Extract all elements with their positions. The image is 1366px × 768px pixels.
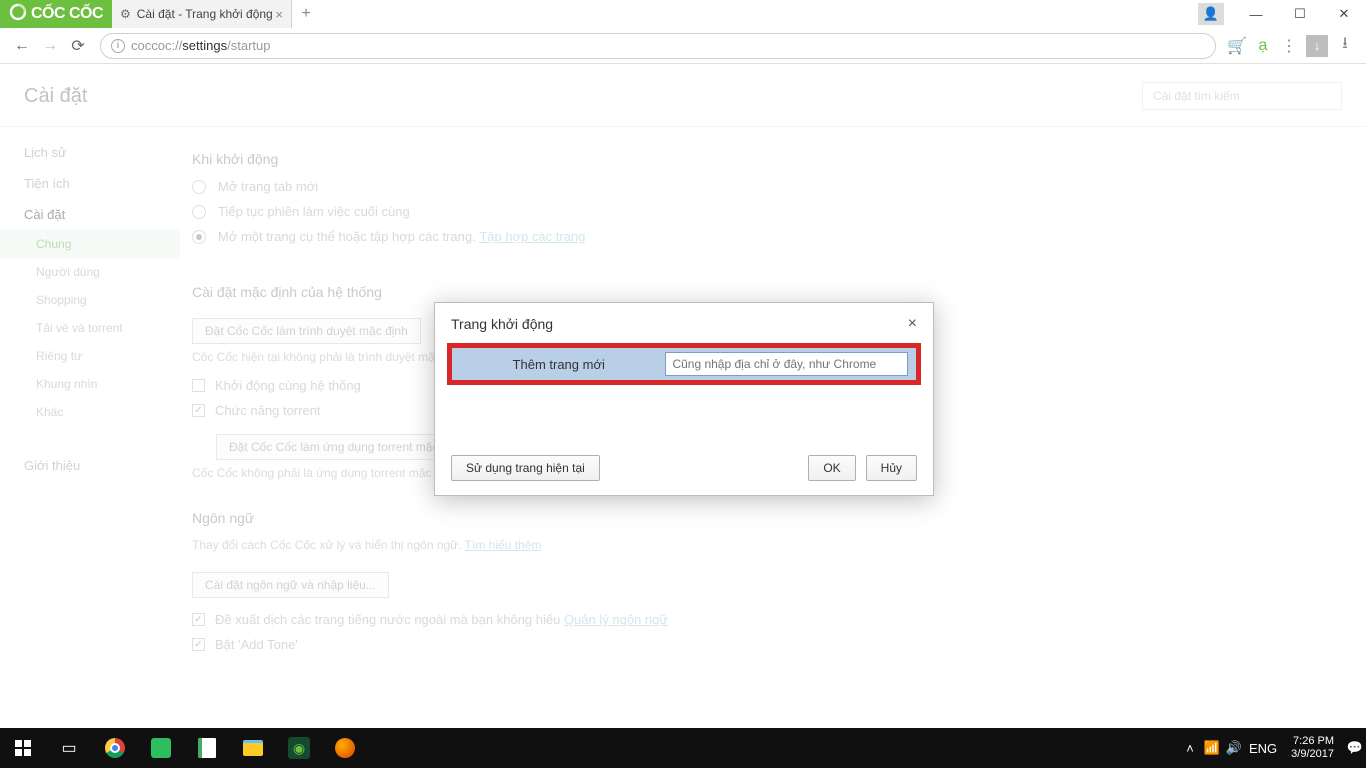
folder-icon xyxy=(243,740,263,756)
url-path: /startup xyxy=(227,38,270,53)
taskbar-coccoc[interactable]: ◉ xyxy=(276,728,322,768)
taskview-button[interactable]: ▭ xyxy=(46,728,92,768)
taskbar: ▭ ◉ ˄ 📶 🔊 ENG 7:26 PM 3/9/2017 💬 xyxy=(0,728,1366,768)
tray-network-icon[interactable]: 📶 xyxy=(1201,740,1223,756)
tray-chevron-icon[interactable]: ˄ xyxy=(1179,741,1201,756)
systray: ˄ 📶 🔊 ENG 7:26 PM 3/9/2017 💬 xyxy=(1179,735,1366,761)
person-icon: 👤 xyxy=(1203,6,1219,22)
spell-a-icon[interactable]: ạ xyxy=(1250,33,1276,59)
tray-language[interactable]: ENG xyxy=(1245,741,1281,756)
tab-title: Cài đặt - Trang khởi động xyxy=(137,7,273,21)
startup-pages-dialog: Trang khởi động × Thêm trang mới Sử dụng… xyxy=(434,302,934,496)
evernote-icon xyxy=(151,738,171,758)
titlebar-right: 👤 ― ☐ ✕ xyxy=(1198,0,1366,28)
ok-button[interactable]: OK xyxy=(808,455,855,481)
titlebar: CỐC CỐC ⚙ Cài đặt - Trang khởi động × + … xyxy=(0,0,1366,28)
tab-settings[interactable]: ⚙ Cài đặt - Trang khởi động × xyxy=(112,0,292,28)
dialog-title: Trang khởi động xyxy=(451,316,553,332)
logo-swirl-icon xyxy=(9,3,27,26)
firefox-icon xyxy=(335,738,355,758)
url-scheme: coccoc:// xyxy=(131,38,182,53)
window-close-button[interactable]: ✕ xyxy=(1322,0,1366,28)
dialog-header: Trang khởi động × xyxy=(435,303,933,343)
menu-icon[interactable]: ⋮ xyxy=(1276,33,1302,59)
tray-date: 3/9/2017 xyxy=(1291,748,1334,761)
download-box-icon[interactable]: ↓ xyxy=(1306,35,1328,57)
dialog-close-button[interactable]: × xyxy=(908,315,917,333)
site-info-icon[interactable]: i xyxy=(111,39,125,53)
coccoc-icon: ◉ xyxy=(288,737,310,759)
gear-icon: ⚙ xyxy=(120,7,131,21)
download-arrow-icon[interactable]: ⭳ xyxy=(1332,33,1358,59)
tray-action-center-icon[interactable]: 💬 xyxy=(1344,740,1366,756)
use-current-pages-button[interactable]: Sử dụng trang hiện tại xyxy=(451,455,600,481)
add-page-row: Thêm trang mới xyxy=(447,343,921,385)
url-host: settings xyxy=(182,38,227,53)
tray-time: 7:26 PM xyxy=(1291,735,1334,748)
toolbar: ← → ⟳ i coccoc://settings/startup 🛒 ạ ⋮ … xyxy=(0,28,1366,64)
notepad-icon xyxy=(198,738,216,758)
taskbar-explorer[interactable] xyxy=(230,728,276,768)
logo-text: CỐC CỐC xyxy=(31,5,103,23)
browser-logo: CỐC CỐC xyxy=(0,0,112,28)
tray-volume-icon[interactable]: 🔊 xyxy=(1223,740,1245,756)
reload-button[interactable]: ⟳ xyxy=(64,32,92,60)
window-maximize-button[interactable]: ☐ xyxy=(1278,0,1322,28)
taskbar-firefox[interactable] xyxy=(322,728,368,768)
taskbar-chrome[interactable] xyxy=(92,728,138,768)
window-minimize-button[interactable]: ― xyxy=(1234,0,1278,28)
forward-button[interactable]: → xyxy=(36,32,64,60)
address-bar[interactable]: i coccoc://settings/startup xyxy=(100,33,1216,59)
tray-clock[interactable]: 7:26 PM 3/9/2017 xyxy=(1291,735,1334,761)
add-page-input[interactable] xyxy=(665,352,908,376)
back-button[interactable]: ← xyxy=(8,32,36,60)
cancel-button[interactable]: Hủy xyxy=(866,455,917,481)
add-page-label: Thêm trang mới xyxy=(452,357,665,372)
taskbar-notepad[interactable] xyxy=(184,728,230,768)
profile-button[interactable]: 👤 xyxy=(1198,3,1224,25)
dialog-footer: Sử dụng trang hiện tại OK Hủy xyxy=(435,385,933,495)
start-button[interactable] xyxy=(0,728,46,768)
taskbar-evernote[interactable] xyxy=(138,728,184,768)
tab-close-icon[interactable]: × xyxy=(275,7,283,22)
new-tab-button[interactable]: + xyxy=(292,0,320,28)
cart-icon[interactable]: 🛒 xyxy=(1224,33,1250,59)
chrome-icon xyxy=(105,738,125,758)
